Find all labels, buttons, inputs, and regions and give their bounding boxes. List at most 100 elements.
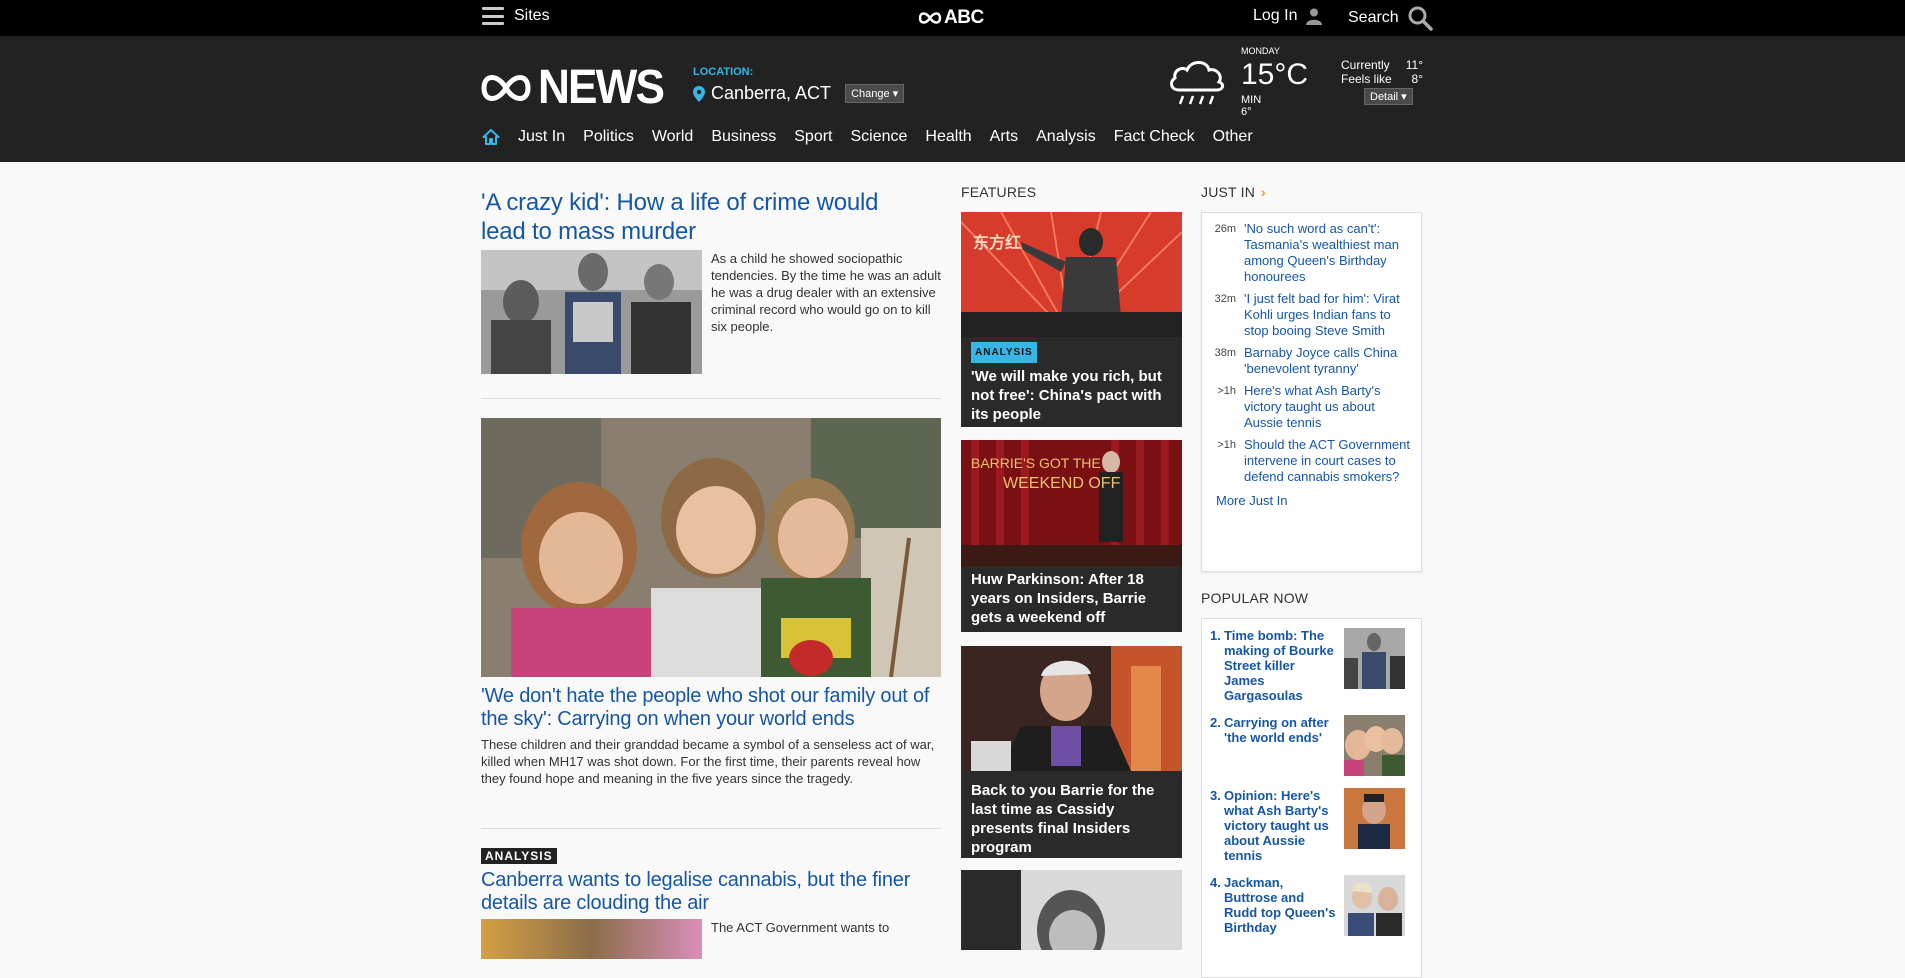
item-link[interactable]: 'No such word as can't': Tasmania's weal… <box>1244 221 1413 285</box>
weather-current: Currently 11° Feels like 8° <box>1341 58 1423 86</box>
login-button[interactable]: Log In <box>1253 7 1323 25</box>
location-label: LOCATION: <box>693 66 754 78</box>
nav-health[interactable]: Health <box>925 128 971 146</box>
list-item[interactable]: 1. Time bomb: The making of Bourke Stree… <box>1210 628 1413 703</box>
search-icon <box>1408 6 1433 31</box>
item-thumbnail[interactable] <box>1344 628 1405 689</box>
feature-image-text-bottom: WEEKEND OFF <box>1003 475 1121 492</box>
weather-day: MONDAY <box>1241 46 1280 56</box>
nav-science[interactable]: Science <box>851 128 908 146</box>
top-story: 'A crazy kid': How a life of crime would… <box>481 188 941 374</box>
feature-image-text: 东方红 <box>973 233 1021 252</box>
list-item[interactable]: 4. Jackman, Buttrose and Rudd top Queen'… <box>1210 875 1413 936</box>
list-item[interactable]: >1h Should the ACT Government intervene … <box>1210 437 1413 485</box>
nav-fact-check[interactable]: Fact Check <box>1114 128 1195 146</box>
feature-title: Back to you Barrie for the last time as … <box>971 782 1155 856</box>
change-location-button[interactable]: Change ▾ <box>845 84 905 103</box>
item-thumbnail[interactable] <box>1344 715 1405 776</box>
nav-other[interactable]: Other <box>1213 128 1253 146</box>
weather-detail-button[interactable]: Detail ▾ <box>1364 88 1413 105</box>
item-time: 26m <box>1214 223 1236 235</box>
news-wordmark: NEWS <box>538 61 665 114</box>
feature-card[interactable]: Back to you Barrie for the last time as … <box>961 646 1182 858</box>
analysis-badge: ANALYSIS <box>971 342 1037 363</box>
sites-menu-button[interactable]: Sites <box>482 7 550 25</box>
weather-min: MIN 6° <box>1241 94 1262 118</box>
list-item[interactable]: 3. Opinion: Here's what Ash Barty's vict… <box>1210 788 1413 863</box>
nav-politics[interactable]: Politics <box>583 128 634 146</box>
item-thumbnail[interactable] <box>1344 875 1405 936</box>
list-item[interactable]: >1h Here's what Ash Barty's victory taug… <box>1210 383 1413 431</box>
item-thumbnail[interactable] <box>1344 788 1405 849</box>
feature-card[interactable] <box>961 870 1182 950</box>
just-in-title-link[interactable]: JUST IN › <box>1201 184 1422 200</box>
top-story-blurb: As a child he showed sociopathic tendenc… <box>711 251 941 334</box>
divider <box>481 828 941 829</box>
top-story-image[interactable] <box>481 250 702 374</box>
abc-lissajous-icon <box>918 12 942 24</box>
rain-cloud-icon <box>1170 61 1225 105</box>
nav-business[interactable]: Business <box>711 128 776 146</box>
home-icon[interactable] <box>482 128 500 146</box>
search-button[interactable]: Search <box>1348 5 1433 31</box>
item-link[interactable]: Barnaby Joyce calls China 'benevolent ty… <box>1244 345 1413 377</box>
item-link[interactable]: Carrying on after 'the world ends' <box>1224 715 1336 776</box>
item-link[interactable]: Opinion: Here's what Ash Barty's victory… <box>1224 788 1336 863</box>
item-link[interactable]: 'I just felt bad for him': Virat Kohli u… <box>1244 291 1413 339</box>
abc-news-logo[interactable]: NEWS <box>480 60 674 115</box>
feature-image <box>961 646 1182 771</box>
chevron-right-icon: › <box>1261 184 1266 200</box>
popular-now-title: POPULAR NOW <box>1201 590 1309 606</box>
abc-news-lissajous-icon <box>481 74 531 101</box>
item-link[interactable]: Time bomb: The making of Bourke Street k… <box>1224 628 1336 703</box>
list-item[interactable]: 32m 'I just felt bad for him': Virat Koh… <box>1210 291 1413 339</box>
second-story-blurb: These children and their granddad became… <box>481 737 935 786</box>
feature-title: Huw Parkinson: After 18 years on Insider… <box>971 571 1147 626</box>
location-pin-icon <box>693 85 705 102</box>
nav-world[interactable]: World <box>652 128 694 146</box>
weather-temp: 15°C <box>1241 58 1309 91</box>
list-item[interactable]: 26m 'No such word as can't': Tasmania's … <box>1210 221 1413 285</box>
item-link[interactable]: Should the ACT Government intervene in c… <box>1244 437 1413 485</box>
second-story-headline[interactable]: 'We don't hate the people who shot our f… <box>481 685 941 731</box>
more-just-in-link[interactable]: More Just In <box>1216 493 1413 508</box>
location-city: Canberra, ACT <box>711 83 832 103</box>
feature-image: 东方红 <box>961 212 1182 337</box>
item-rank: 4. <box>1210 875 1221 890</box>
third-story: ANALYSIS Canberra wants to legalise cann… <box>481 847 941 959</box>
feature-card[interactable]: BARRIE'S GOT THE WEEKEND OFF Huw Parkins… <box>961 440 1182 632</box>
nav-sport[interactable]: Sport <box>794 128 832 146</box>
feature-card[interactable]: 东方红 ANALYSIS 'We will make you rich, but… <box>961 212 1182 427</box>
user-icon <box>1306 8 1323 25</box>
divider <box>481 398 941 399</box>
nav-arts[interactable]: Arts <box>990 128 1018 146</box>
list-item[interactable]: 2. Carrying on after 'the world ends' <box>1210 715 1413 776</box>
feels-like-label: Feels like <box>1341 72 1392 86</box>
nav-analysis[interactable]: Analysis <box>1036 128 1096 146</box>
third-story-blurb: The ACT Government wants to <box>711 920 890 935</box>
item-time: 32m <box>1214 293 1236 305</box>
site-header: NEWS LOCATION: Canberra, ACT Change ▾ MO… <box>0 36 1905 162</box>
third-story-image[interactable] <box>481 919 702 959</box>
main-nav: Just In Politics World Business Sport Sc… <box>482 128 1253 146</box>
top-story-headline[interactable]: 'A crazy kid': How a life of crime would… <box>481 188 921 246</box>
list-item[interactable]: 38m Barnaby Joyce calls China 'benevolen… <box>1210 345 1413 377</box>
feature-image-text-top: BARRIE'S GOT THE <box>971 455 1101 471</box>
nav-just-in[interactable]: Just In <box>518 128 565 146</box>
change-label: Change <box>851 87 890 100</box>
just-in-column: JUST IN › 26m 'No such word as can't': T… <box>1201 184 1422 572</box>
third-story-headline[interactable]: Canberra wants to legalise cannabis, but… <box>481 869 941 915</box>
item-link[interactable]: Here's what Ash Barty's victory taught u… <box>1244 383 1413 431</box>
currently-label: Currently <box>1341 58 1390 72</box>
abc-wordmark: ABC <box>944 7 984 28</box>
login-label: Log In <box>1253 7 1298 24</box>
abc-logo[interactable]: ABC <box>918 7 984 29</box>
second-story-image[interactable] <box>481 418 941 677</box>
item-rank: 2. <box>1210 715 1221 730</box>
item-link[interactable]: Jackman, Buttrose and Rudd top Queen's B… <box>1224 875 1336 936</box>
feature-image: BARRIE'S GOT THE WEEKEND OFF <box>961 440 1182 566</box>
item-rank: 3. <box>1210 788 1221 803</box>
caret-down-icon: ▾ <box>892 88 899 100</box>
hamburger-icon <box>482 7 504 25</box>
top-bar: Sites ABC Log In Search <box>0 0 1905 36</box>
